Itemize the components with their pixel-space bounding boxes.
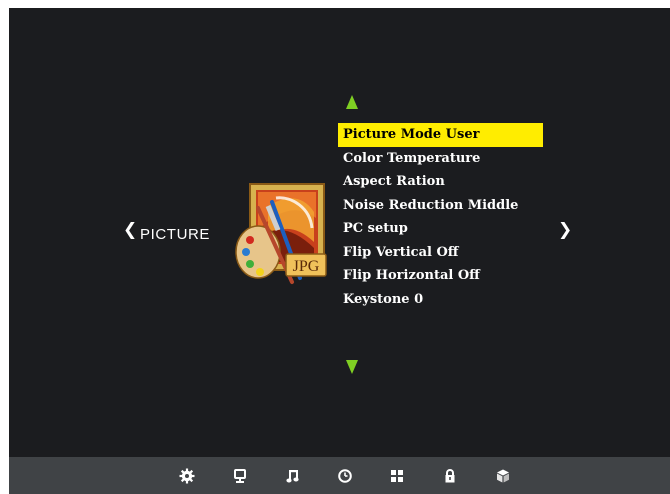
- cube-icon[interactable]: [495, 468, 511, 484]
- menu-item-color-temperature[interactable]: Color Temperature: [338, 147, 543, 171]
- gear-icon[interactable]: [179, 468, 195, 484]
- menu-item-flip-horizontal[interactable]: Flip Horizontal Off: [338, 264, 543, 288]
- clock-icon[interactable]: [337, 468, 353, 484]
- menu-item-keystone[interactable]: Keystone 0: [338, 288, 543, 312]
- triangle-up-icon[interactable]: [344, 94, 360, 110]
- picture-menu: Picture Mode User Color Temperature Aspe…: [338, 123, 543, 311]
- chevron-left-icon[interactable]: ❮: [123, 220, 137, 240]
- menu-item-aspect-ratio[interactable]: Aspect Ration: [338, 170, 543, 194]
- menu-item-flip-vertical[interactable]: Flip Vertical Off: [338, 241, 543, 265]
- bottom-tab-bar: [9, 457, 670, 494]
- jpg-picture-icon: JPG: [235, 183, 327, 284]
- section-label: PICTURE: [140, 226, 211, 243]
- grid-icon[interactable]: [389, 468, 405, 484]
- triangle-down-icon[interactable]: [344, 359, 360, 375]
- lock-icon[interactable]: [442, 468, 458, 484]
- osd-screen: ❮ PICTURE ❯ JPG Picture Mode User Color …: [9, 8, 670, 494]
- menu-item-noise-reduction[interactable]: Noise Reduction Middle: [338, 194, 543, 218]
- chevron-right-icon[interactable]: ❯: [558, 220, 572, 240]
- menu-item-pc-setup[interactable]: PC setup: [338, 217, 543, 241]
- monitor-icon[interactable]: [232, 468, 248, 484]
- music-note-icon[interactable]: [285, 468, 301, 484]
- menu-item-picture-mode[interactable]: Picture Mode User: [338, 123, 543, 147]
- jpg-label: JPG: [293, 258, 320, 275]
